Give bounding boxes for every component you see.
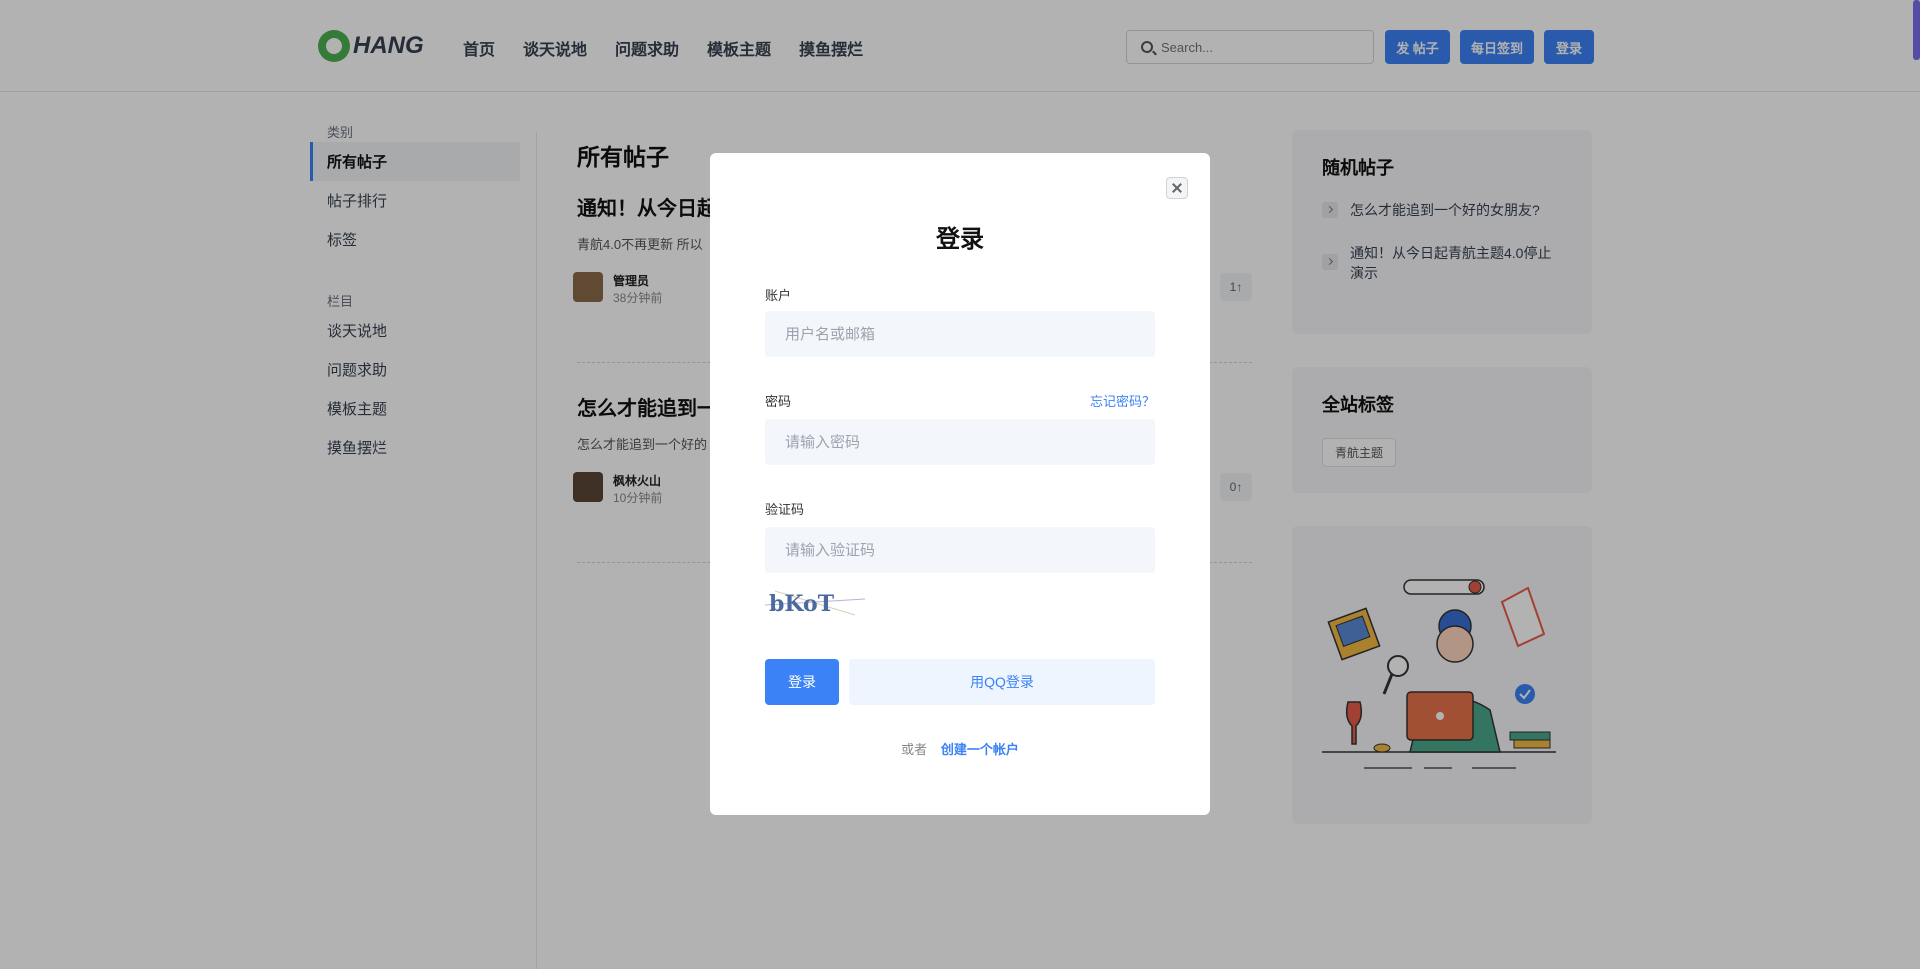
captcha-input[interactable]: [765, 527, 1155, 573]
login-submit-button[interactable]: 登录: [765, 659, 839, 705]
account-input[interactable]: [765, 311, 1155, 357]
qq-login-button[interactable]: 用QQ登录: [849, 659, 1155, 705]
captcha-label: 验证码: [765, 502, 805, 517]
or-text: 或者: [901, 742, 928, 757]
create-account-link[interactable]: 创建一个帐户: [941, 742, 1019, 757]
account-label: 账户: [765, 288, 792, 303]
password-label: 密码: [765, 394, 792, 409]
signup-row: 或者 创建一个帐户: [710, 739, 1210, 758]
forgot-password-link[interactable]: 忘记密码？: [1090, 391, 1155, 410]
captcha-text: bKoT: [769, 591, 835, 617]
captcha-image[interactable]: bKoT: [765, 585, 865, 621]
modal-title: 登录: [936, 226, 984, 253]
close-icon[interactable]: [1166, 177, 1188, 199]
login-modal: 登录 账户 密码 忘记密码？ 验证码 bKoT 登录 用QQ登录 或者 创建一个…: [710, 153, 1210, 815]
password-input[interactable]: [765, 419, 1155, 465]
